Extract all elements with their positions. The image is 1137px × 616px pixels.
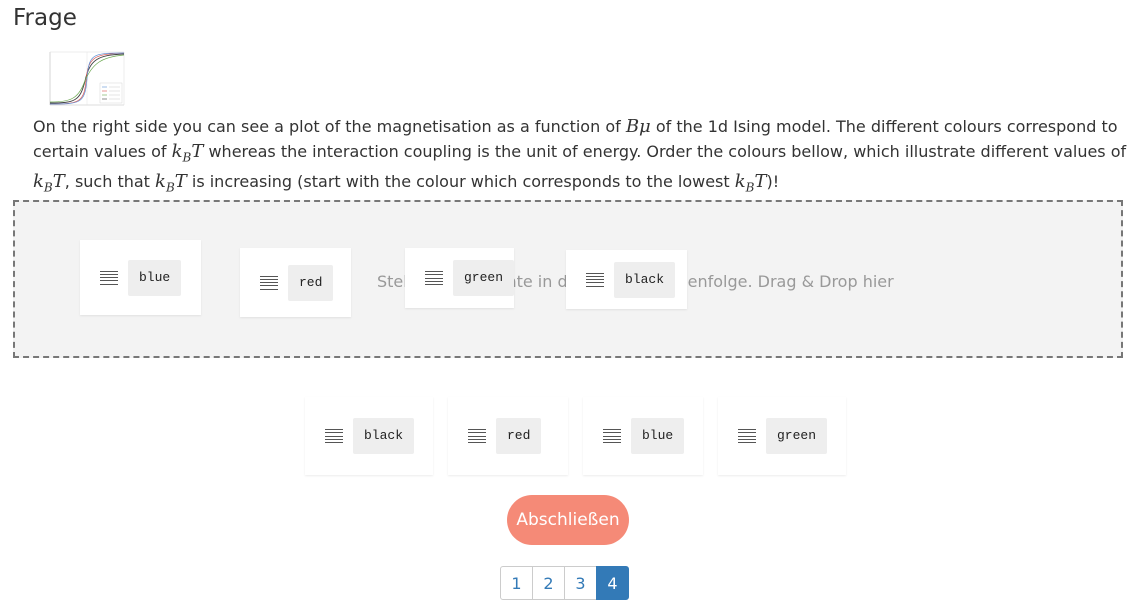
page-title: Frage [13, 5, 77, 31]
drag-item-label: blue [128, 259, 182, 296]
pool-item-red[interactable]: red [448, 397, 568, 475]
finish-button[interactable]: Abschließen [507, 495, 629, 545]
pool-item-black[interactable]: black [305, 397, 433, 475]
page-link-4-active[interactable]: 4 [596, 566, 629, 600]
drag-handle-icon[interactable] [586, 272, 604, 287]
drag-handle-icon[interactable] [468, 429, 486, 443]
drag-item-black[interactable]: black [566, 250, 687, 309]
drag-handle-icon[interactable] [260, 275, 278, 290]
drag-item-label: green [766, 418, 828, 454]
drag-handle-icon[interactable] [325, 429, 343, 443]
drag-handle-icon[interactable] [738, 429, 756, 443]
drag-item-green[interactable]: green [405, 248, 514, 308]
drag-item-blue[interactable]: blue [80, 240, 201, 315]
drag-item-label: green [452, 260, 514, 296]
question-text: On the right side you can see a plot of … [33, 116, 1127, 195]
drag-item-red[interactable]: red [240, 248, 351, 317]
pagination: 1 2 3 4 [500, 566, 629, 600]
math-kbt: kBT [171, 140, 204, 165]
drag-handle-icon[interactable] [100, 270, 118, 285]
math-kbt: kBT [155, 170, 187, 195]
math-kbt: kBT [33, 170, 65, 195]
drag-item-label: red [496, 418, 542, 454]
math-b-mu: Bμ [625, 116, 651, 137]
drag-item-label: black [614, 261, 676, 298]
drag-item-label: blue [631, 418, 685, 454]
drag-item-label: red [288, 264, 334, 301]
answer-dropzone[interactable]: Stelle die Elemente in die richtige Reih… [13, 200, 1123, 358]
page-link-3[interactable]: 3 [564, 566, 597, 600]
page-link-2[interactable]: 2 [532, 566, 565, 600]
drag-handle-icon[interactable] [425, 271, 443, 285]
page-link-1[interactable]: 1 [500, 566, 533, 600]
drag-handle-icon[interactable] [603, 429, 621, 443]
pool-item-blue[interactable]: blue [583, 397, 703, 475]
pool-item-green[interactable]: green [718, 397, 846, 475]
drag-item-label: black [353, 418, 415, 454]
magnetisation-plot-thumbnail [40, 49, 125, 112]
math-kbt: kBT [734, 170, 767, 195]
